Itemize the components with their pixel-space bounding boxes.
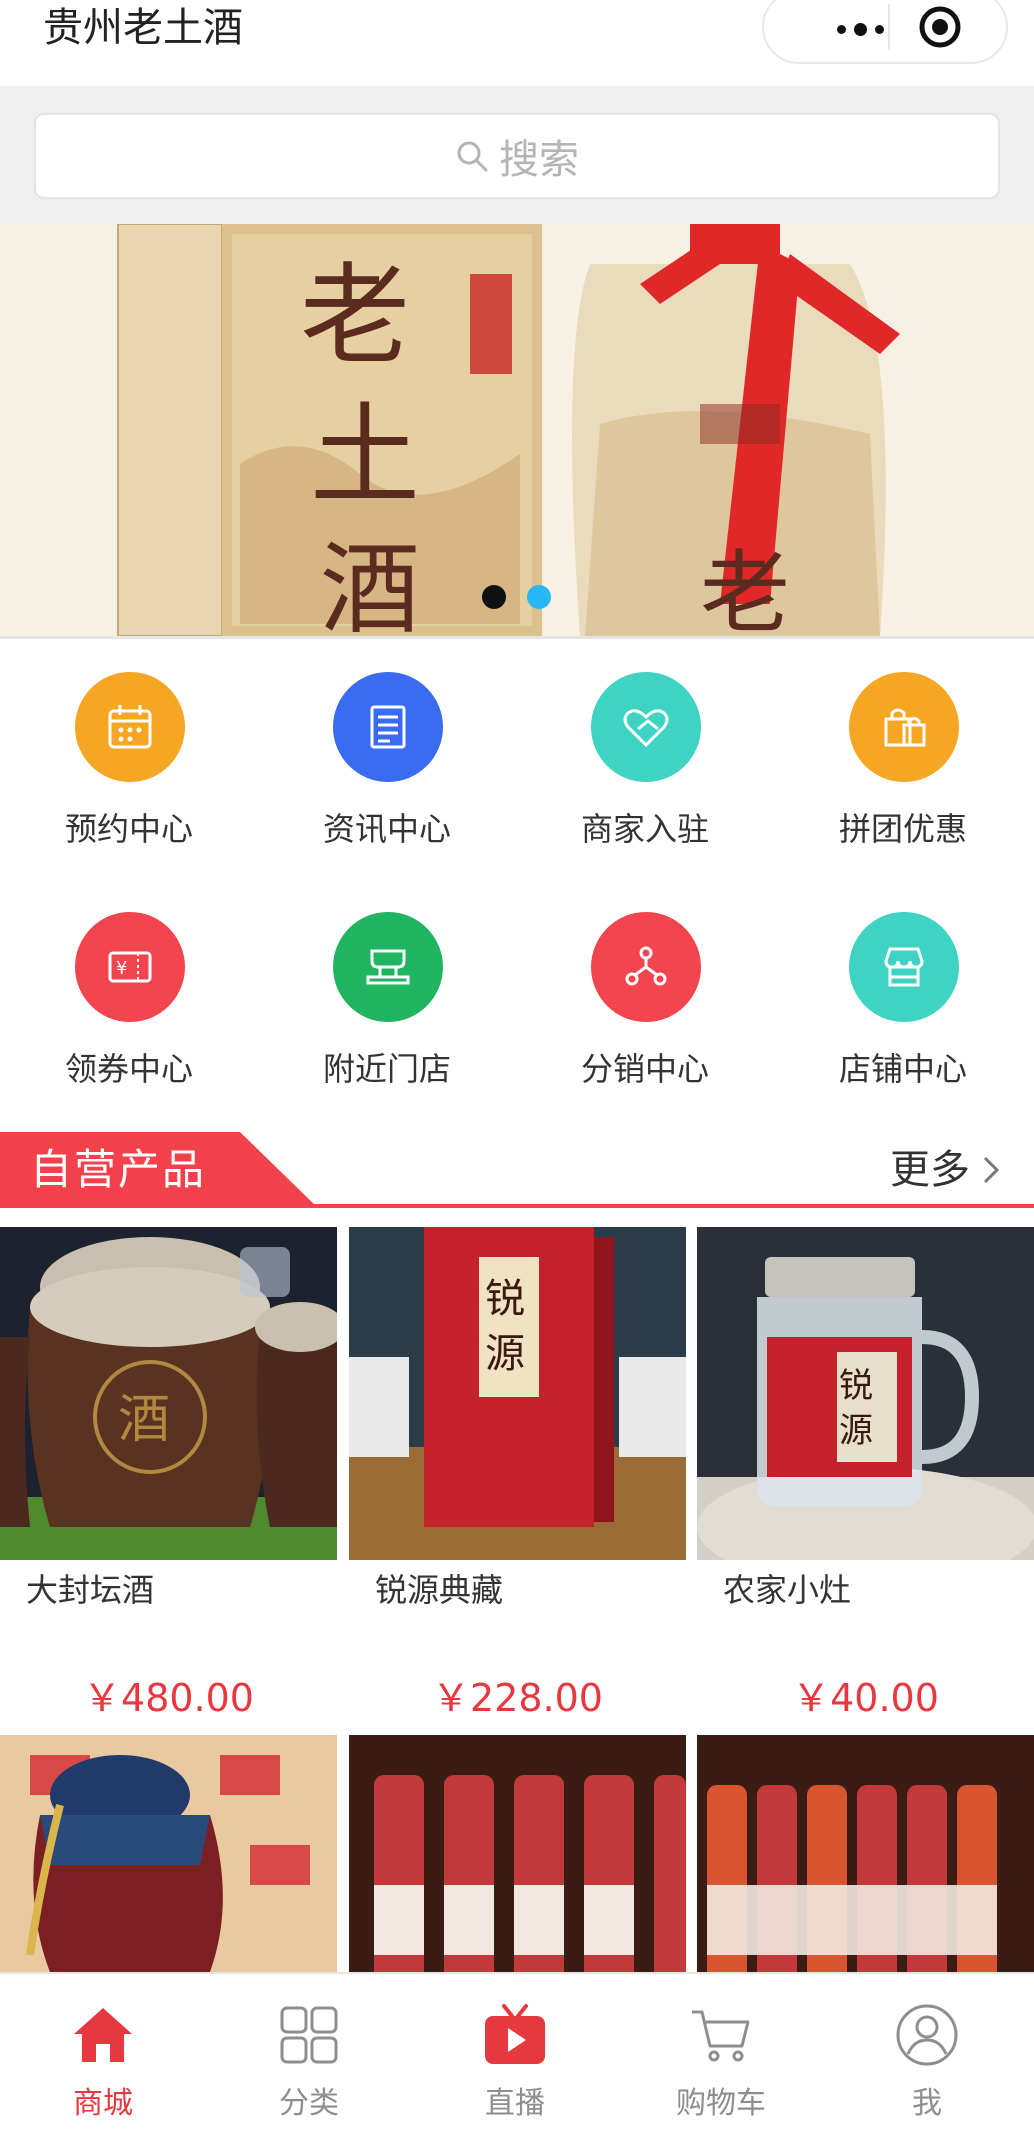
search-bar-area: 搜索 bbox=[0, 86, 1034, 224]
home-icon bbox=[74, 2008, 132, 2062]
more-label: 更多 bbox=[890, 1147, 970, 1193]
product-image bbox=[0, 1735, 337, 1972]
app-title: 贵州老土酒 bbox=[43, 5, 243, 51]
menu-item-news[interactable]: 资讯中心 bbox=[258, 672, 516, 872]
product-card[interactable] bbox=[697, 1735, 1034, 1972]
section-title: 自营产品 bbox=[30, 1145, 207, 1194]
tab-label: 直播 bbox=[485, 2086, 545, 2121]
product-image: 酒 bbox=[0, 1227, 337, 1560]
svg-text:老: 老 bbox=[300, 252, 410, 380]
menu-item-distribution[interactable]: 分销中心 bbox=[516, 912, 774, 1112]
section-underline bbox=[0, 1204, 1034, 1208]
product-price: ￥40.00 bbox=[792, 1676, 939, 1720]
menu-item-group-buy[interactable]: 拼团优惠 bbox=[774, 672, 1032, 872]
tab-me[interactable]: 我 bbox=[824, 1974, 1030, 2133]
cart-icon bbox=[692, 2010, 750, 2062]
product-image bbox=[349, 1735, 686, 1972]
menu-item-nearby-stores[interactable]: 附近门店 bbox=[258, 912, 516, 1112]
top-nav-bar: 贵州老土酒 bbox=[0, 0, 1034, 86]
banner-image: 老 土 酒 老 bbox=[0, 224, 1034, 636]
banner-carousel[interactable]: 老 土 酒 老 bbox=[0, 224, 1034, 636]
mini-program-capsule bbox=[762, 0, 1008, 64]
carousel-indicator bbox=[0, 585, 1034, 609]
product-card[interactable]: 锐 源 农家小灶 ￥40.00 bbox=[697, 1227, 1034, 1737]
search-placeholder: 搜索 bbox=[499, 137, 579, 183]
close-target-icon[interactable] bbox=[918, 5, 962, 49]
tv-play-icon bbox=[485, 2004, 545, 2064]
svg-text:¥: ¥ bbox=[116, 958, 127, 979]
tab-label: 商城 bbox=[73, 2086, 133, 2121]
menu-label: 拼团优惠 bbox=[838, 810, 967, 848]
tab-label: 购物车 bbox=[676, 2086, 766, 2121]
product-name: 锐源典藏 bbox=[375, 1571, 504, 1609]
tab-label: 我 bbox=[912, 2086, 942, 2121]
shopping-bags-icon bbox=[849, 672, 959, 782]
tab-label: 分类 bbox=[279, 2086, 339, 2121]
more-link[interactable]: 更多 bbox=[890, 1140, 1000, 1200]
menu-item-shop-center[interactable]: 店铺中心 bbox=[774, 912, 1032, 1112]
product-image: 锐 源 bbox=[349, 1227, 686, 1560]
product-image: 锐 源 bbox=[697, 1227, 1034, 1560]
product-card[interactable]: 酒 大封坛酒 ￥480.00 bbox=[0, 1227, 337, 1737]
grid-category-icon bbox=[280, 2006, 338, 2064]
menu-label: 资讯中心 bbox=[322, 810, 451, 848]
product-name: 农家小灶 bbox=[723, 1571, 852, 1609]
coupon-icon: ¥ bbox=[75, 912, 185, 1022]
section-header-self-operated: 自营产品 更多 bbox=[0, 1132, 1034, 1212]
more-options-icon[interactable] bbox=[800, 0, 920, 62]
menu-label: 附近门店 bbox=[322, 1050, 451, 1088]
tab-live[interactable]: 直播 bbox=[412, 1974, 618, 2133]
menu-label: 分销中心 bbox=[580, 1050, 709, 1088]
svg-text:酒: 酒 bbox=[320, 531, 420, 636]
product-card[interactable]: 锐 源 锐源典藏 ￥228.00 bbox=[349, 1227, 686, 1737]
menu-item-coupons[interactable]: ¥ 领券中心 bbox=[0, 912, 258, 1112]
svg-text:酒: 酒 bbox=[118, 1390, 170, 1450]
tab-home[interactable]: 商城 bbox=[0, 1974, 206, 2133]
product-price: ￥228.00 bbox=[432, 1676, 603, 1720]
product-card[interactable] bbox=[0, 1735, 337, 1972]
carousel-dot-2[interactable] bbox=[527, 585, 551, 609]
user-icon bbox=[896, 2004, 958, 2066]
svg-text:源: 源 bbox=[485, 1331, 525, 1377]
tab-cart[interactable]: 购物车 bbox=[618, 1974, 824, 2133]
svg-text:源: 源 bbox=[839, 1411, 873, 1451]
menu-label: 店铺中心 bbox=[838, 1050, 967, 1088]
menu-label: 商家入驻 bbox=[580, 810, 709, 848]
store-counter-icon bbox=[333, 912, 443, 1022]
svg-text:锐: 锐 bbox=[839, 1366, 873, 1406]
menu-item-booking[interactable]: 预约中心 bbox=[0, 672, 258, 872]
menu-label: 预约中心 bbox=[64, 810, 193, 848]
menu-item-merchant-join[interactable]: 商家入驻 bbox=[516, 672, 774, 872]
calendar-icon bbox=[75, 672, 185, 782]
chevron-right-icon bbox=[983, 1156, 1000, 1184]
menu-label: 领券中心 bbox=[64, 1050, 193, 1088]
product-card[interactable] bbox=[349, 1735, 686, 1972]
bottom-tab-bar: 商城 分类 直播 购物车 我 bbox=[0, 1972, 1034, 2133]
tab-category[interactable]: 分类 bbox=[206, 1974, 412, 2133]
product-image bbox=[697, 1735, 1034, 1972]
search-icon bbox=[457, 141, 488, 172]
svg-text:土: 土 bbox=[310, 392, 420, 520]
capsule-divider bbox=[888, 4, 890, 50]
svg-text:锐: 锐 bbox=[485, 1276, 525, 1322]
handshake-heart-icon bbox=[591, 672, 701, 782]
product-price: ￥480.00 bbox=[83, 1676, 254, 1720]
product-name: 大封坛酒 bbox=[26, 1571, 155, 1609]
news-icon bbox=[333, 672, 443, 782]
distribution-icon bbox=[591, 912, 701, 1022]
carousel-dot-1[interactable] bbox=[482, 585, 506, 609]
divider bbox=[0, 636, 1034, 639]
shop-awning-icon bbox=[849, 912, 959, 1022]
search-input[interactable]: 搜索 bbox=[34, 113, 1000, 199]
